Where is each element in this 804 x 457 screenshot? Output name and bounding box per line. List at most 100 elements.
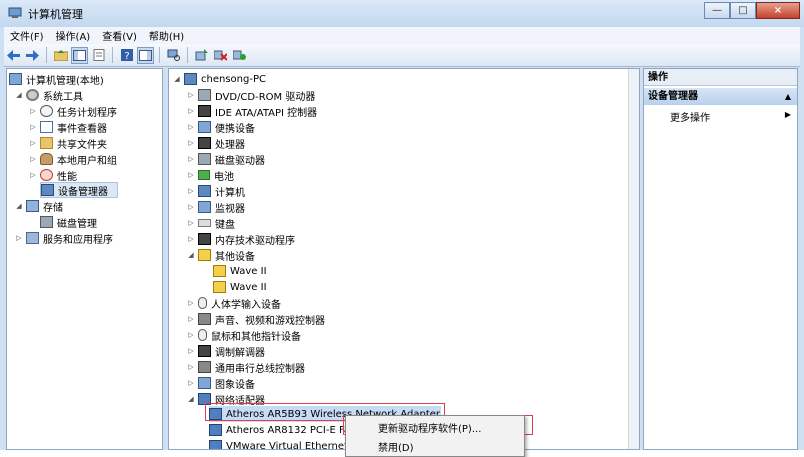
context-update-driver[interactable]: 更新驱动程序软件(P)... [378,420,481,435]
expand-arrow-icon[interactable]: ▷ [187,314,195,324]
device-item[interactable]: Atheros AR8132 PCI-E Fas [209,422,355,438]
device-category[interactable]: ▷ DVD/CD-ROM 驱动器 [187,87,315,103]
tree-item-device-manager[interactable]: 设备管理器 [40,182,118,198]
device-item-label: VMware Virtual Ethernet A [226,440,358,450]
expand-arrow-icon[interactable]: ▷ [187,346,195,356]
device-item[interactable]: Wave II [213,279,267,295]
expand-arrow-icon[interactable]: ▷ [29,106,37,116]
expand-arrow-icon[interactable]: ▷ [187,298,195,308]
unknown-device-warning-icon [213,281,226,293]
device-category[interactable]: ▷ 通用串行总线控制器 [187,359,305,375]
device-category[interactable]: ▷ 调制解调器 [187,343,265,359]
expand-arrow-icon[interactable]: ▷ [187,122,195,132]
more-actions-arrow-icon[interactable]: ▶ [785,110,791,119]
expand-arrow-icon[interactable]: ▷ [187,202,195,212]
device-item[interactable]: VMware Virtual Ethernet A [209,438,358,450]
collapse-arrow-icon[interactable]: ◢ [15,201,23,211]
minimize-button[interactable]: — [704,2,730,19]
maximize-button[interactable]: □ [730,2,756,19]
tree-item-storage[interactable]: ◢ 存储 [15,198,63,214]
tree-item-services-apps[interactable]: ▷ 服务和应用程序 [15,230,113,246]
help-button[interactable]: ? [118,47,135,64]
device-category[interactable]: ▷ 声音、视频和游戏控制器 [187,311,325,327]
collapse-arrow-icon[interactable]: ◢ [187,250,195,260]
tree-item-shared-folders[interactable]: ▷ 共享文件夹 [29,135,107,151]
collapse-arrow-icon[interactable]: ◢ [173,74,181,84]
device-category[interactable]: ▷ 人体学输入设备 [187,295,281,311]
expand-arrow-icon[interactable]: ▷ [15,233,23,243]
collapse-up-icon[interactable]: ▲ [785,88,791,105]
event-viewer-icon [40,121,53,133]
update-driver-icon [195,49,208,61]
title-bar[interactable]: 计算机管理 — □ × [0,0,804,27]
device-category[interactable]: ▷ 计算机 [187,183,245,199]
device-category[interactable]: ▷ 监视器 [187,199,245,215]
expand-arrow-icon[interactable]: ▷ [29,170,37,180]
expand-arrow-icon[interactable]: ▷ [187,106,195,116]
expand-arrow-icon[interactable]: ▷ [29,154,37,164]
enable-device-icon [233,50,246,60]
properties-button[interactable] [90,47,107,64]
back-button[interactable] [5,47,22,64]
device-category[interactable]: ▷ 内存技术驱动程序 [187,231,295,247]
device-category[interactable]: ▷ 电池 [187,167,234,183]
device-category-label: 磁盘驱动器 [215,155,265,167]
context-disable[interactable]: 禁用(D) [378,439,414,454]
expand-arrow-icon[interactable]: ▷ [187,362,195,372]
expand-arrow-icon[interactable]: ▷ [187,234,195,244]
device-category[interactable]: ▷ 磁盘驱动器 [187,151,265,167]
services-icon [26,232,39,244]
actions-header: 操作 [644,69,797,86]
actions-section-device-manager[interactable]: 设备管理器 ▲ [644,88,797,105]
expand-arrow-icon[interactable]: ▷ [187,186,195,196]
collapse-arrow-icon[interactable]: ◢ [15,90,23,100]
more-actions[interactable]: 更多操作 [670,109,710,124]
device-category[interactable]: ◢ 其他设备 [187,247,255,263]
actions-section-label: 设备管理器 [648,91,698,102]
expand-arrow-icon[interactable]: ▷ [187,90,195,100]
scan-hardware-button[interactable] [165,47,182,64]
close-button[interactable]: × [756,2,800,19]
tree-item-event-viewer[interactable]: ▷ 事件查看器 [29,119,107,135]
tree-item-system-tools[interactable]: ◢ 系统工具 [15,87,83,103]
show-action-pane-button[interactable] [137,46,154,64]
collapse-arrow-icon[interactable]: ◢ [187,394,195,404]
menu-help[interactable]: 帮助(H) [143,28,190,43]
tree-item-performance[interactable]: ▷ 性能 [29,167,77,183]
window-controls: — □ × [704,2,800,19]
expand-arrow-icon[interactable]: ▷ [187,330,195,340]
expand-arrow-icon[interactable]: ▷ [29,122,37,132]
device-category[interactable]: ▷ IDE ATA/ATAPI 控制器 [187,103,317,119]
device-category[interactable]: ▷ 便携设备 [187,119,255,135]
tree-item-task-scheduler[interactable]: ▷ 任务计划程序 [29,103,117,119]
vertical-scrollbar[interactable] [628,69,639,449]
enable-device-button[interactable] [231,47,248,64]
menu-action[interactable]: 操作(A) [50,28,97,43]
show-tree-button[interactable] [71,46,88,64]
expand-arrow-icon[interactable]: ▷ [187,378,195,388]
menu-file[interactable]: 文件(F) [4,28,50,43]
device-category[interactable]: ▷ 鼠标和其他指针设备 [187,327,301,343]
tree-item-computer-management[interactable]: 计算机管理(本地) [9,71,104,87]
uninstall-icon [214,50,227,61]
expand-arrow-icon[interactable]: ▷ [187,170,195,180]
up-level-button[interactable] [52,47,69,64]
expand-arrow-icon[interactable]: ▷ [187,218,195,228]
tree-item-disk-management[interactable]: 磁盘管理 [40,214,97,230]
menu-view[interactable]: 查看(V) [96,28,143,43]
users-icon [40,153,53,165]
expand-arrow-icon[interactable]: ▷ [187,154,195,164]
device-category[interactable]: ▷ 键盘 [187,215,235,231]
device-category-label: 声音、视频和游戏控制器 [215,315,325,327]
forward-button[interactable] [24,47,41,64]
device-tree-root[interactable]: ◢ chensong-PC [173,71,266,87]
update-driver-button[interactable] [193,47,210,64]
expand-arrow-icon[interactable]: ▷ [187,138,195,148]
device-category[interactable]: ▷ 处理器 [187,135,245,151]
uninstall-button[interactable] [212,47,229,64]
expand-arrow-icon[interactable]: ▷ [29,138,37,148]
device-item[interactable]: Wave II [213,263,267,279]
device-category[interactable]: ▷ 图象设备 [187,375,255,391]
tree-item-label: 事件查看器 [57,123,107,135]
tree-item-local-users[interactable]: ▷ 本地用户和组 [29,151,117,167]
